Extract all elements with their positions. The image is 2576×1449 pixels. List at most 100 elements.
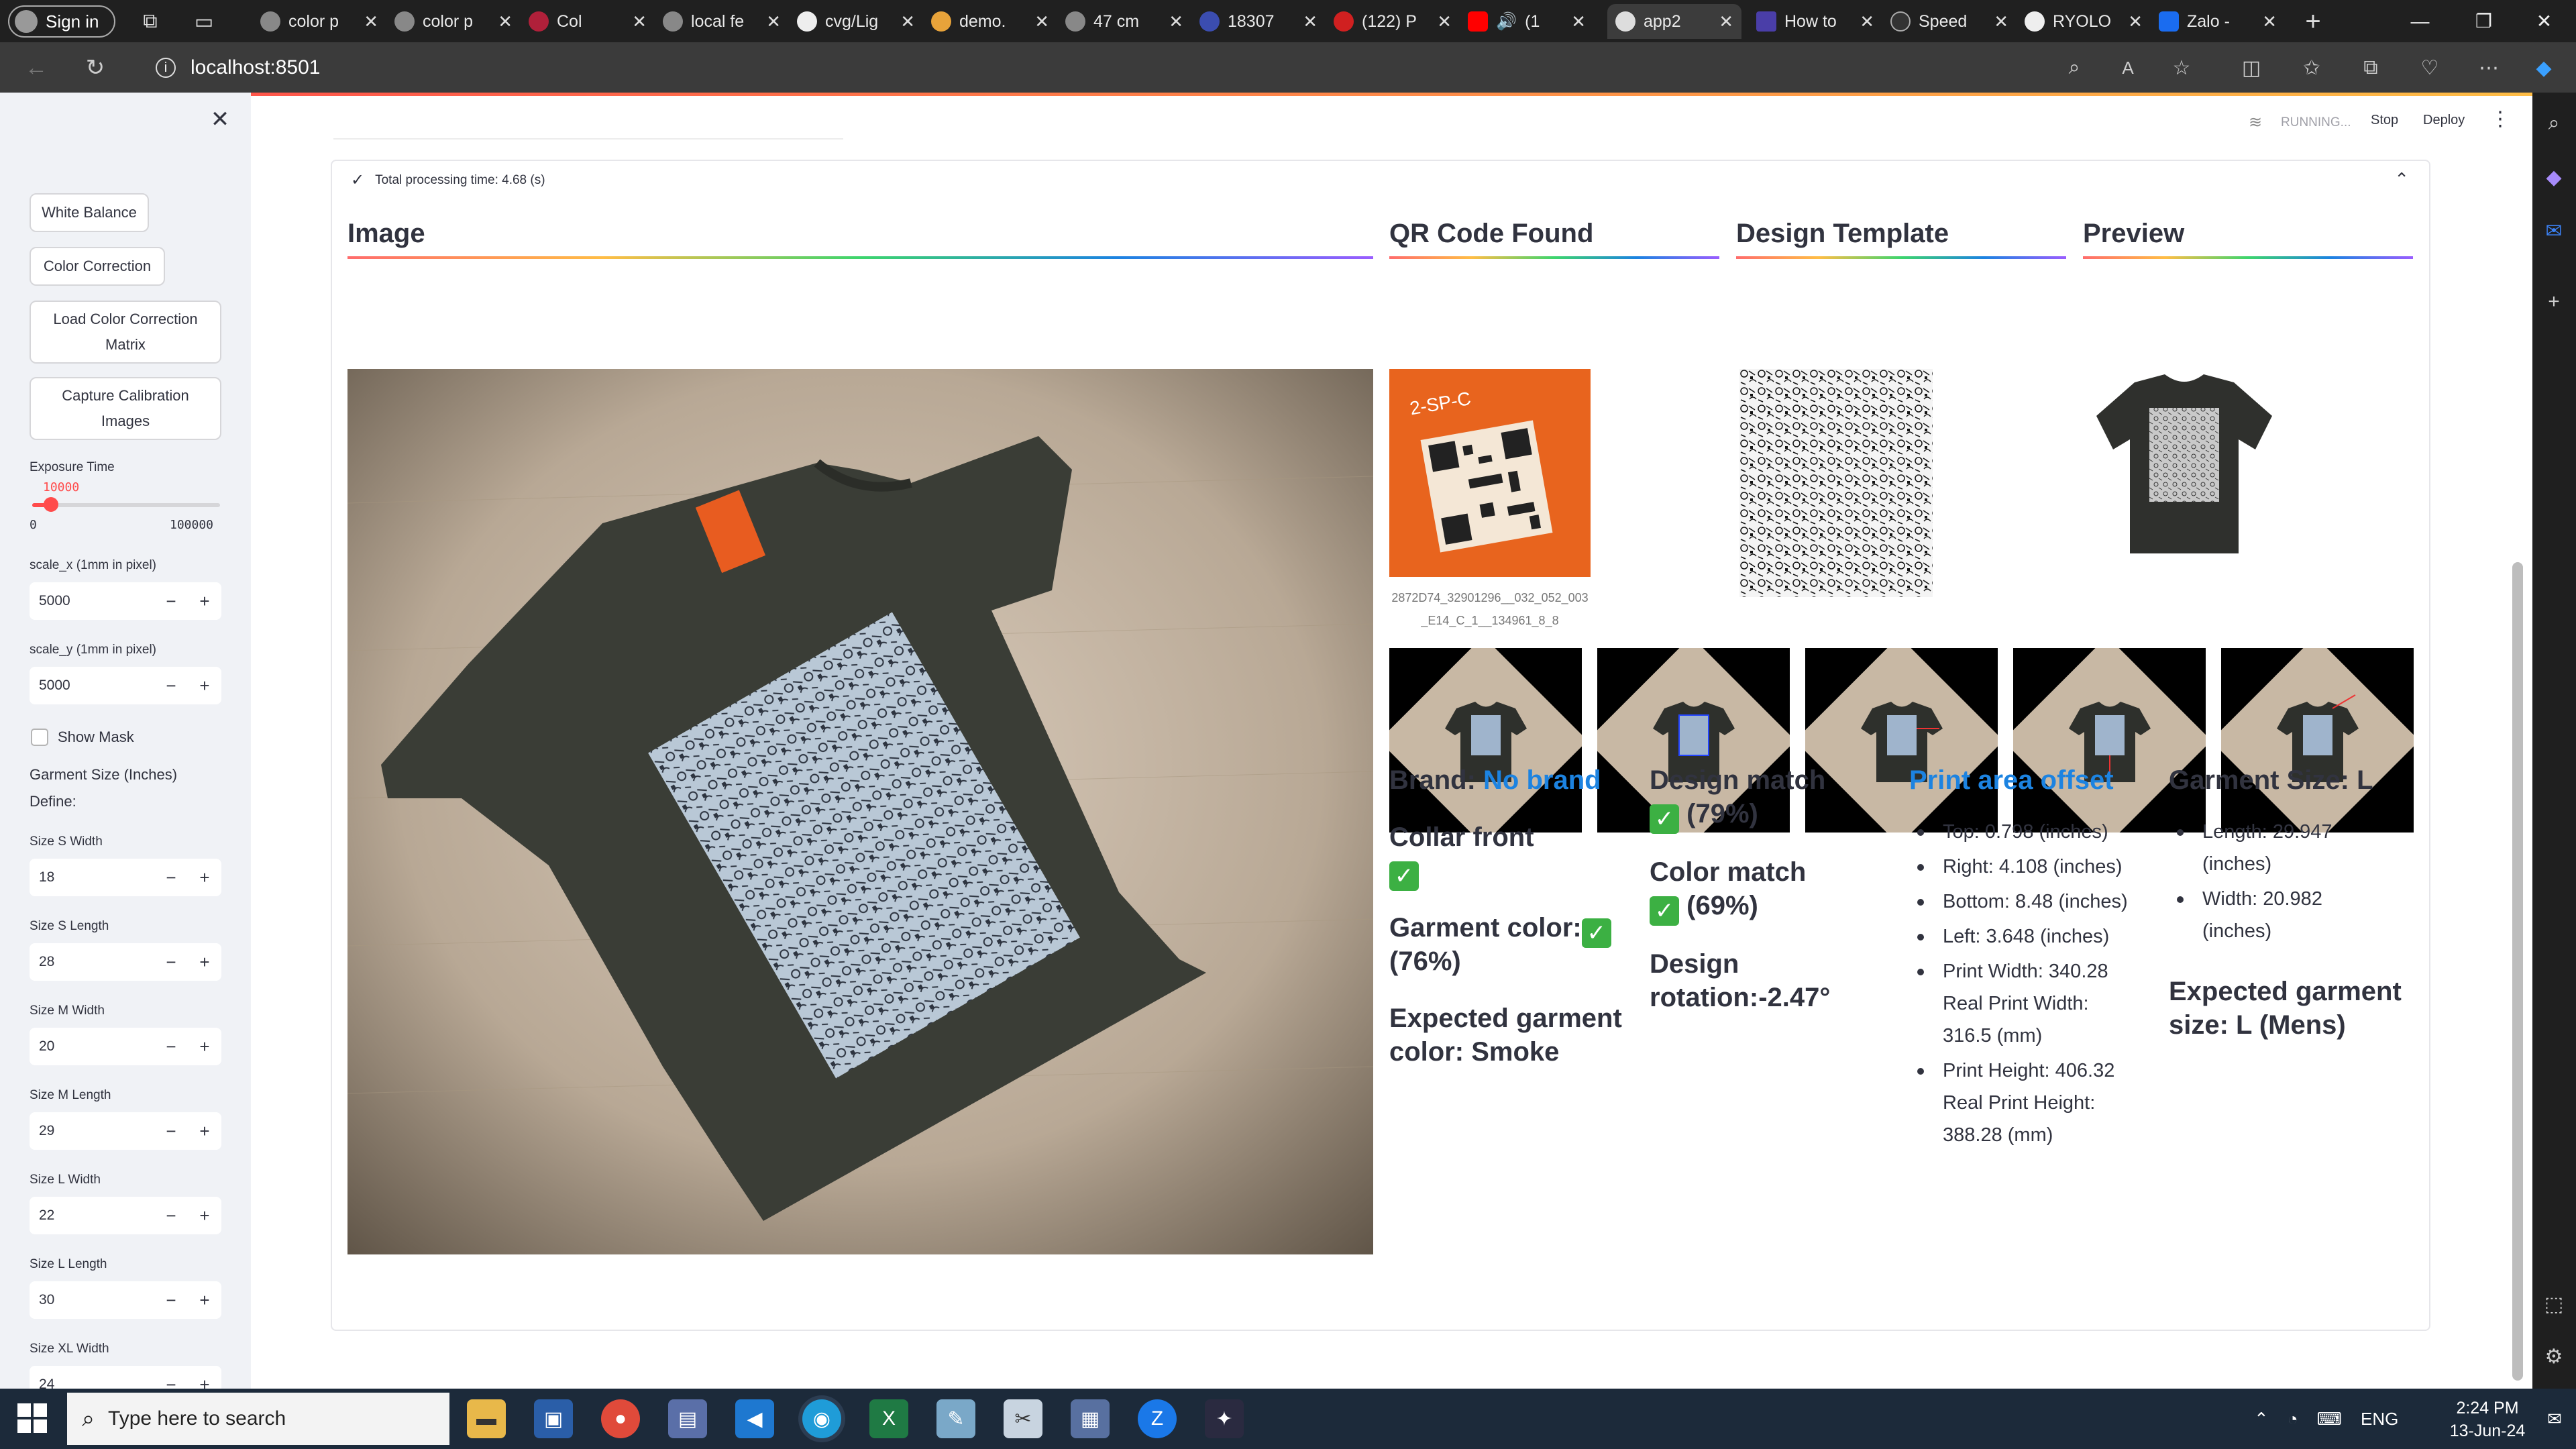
load-color-matrix-button[interactable]: Load Color Correction Matrix: [30, 301, 221, 364]
copilot-icon[interactable]: ◆: [2529, 53, 2559, 83]
increment-button[interactable]: +: [188, 676, 221, 696]
close-tab-icon[interactable]: ✕: [1994, 11, 2008, 32]
browser-tab[interactable]: 47 cm ✕: [1057, 4, 1191, 39]
close-tab-icon[interactable]: ✕: [1169, 11, 1183, 32]
browser-tab[interactable]: color p ✕: [252, 4, 386, 39]
close-window-icon[interactable]: ✕: [2512, 0, 2576, 42]
audio-playing-icon[interactable]: 🔊: [1496, 12, 1517, 32]
edge-icon[interactable]: ◉: [802, 1399, 841, 1438]
close-tab-icon[interactable]: ✕: [632, 11, 647, 32]
split-screen-icon[interactable]: ◫: [2237, 53, 2266, 83]
browser-tab[interactable]: 18307 ✕: [1191, 4, 1326, 39]
favorite-star-icon[interactable]: ☆: [2167, 53, 2196, 83]
capture-calibration-button[interactable]: Capture Calibration Images: [30, 377, 221, 440]
size-m-width-input[interactable]: 20− +: [30, 1028, 221, 1065]
decrement-button[interactable]: −: [154, 1205, 188, 1226]
increment-button[interactable]: +: [188, 1036, 221, 1057]
settings-icon[interactable]: ⚙: [2539, 1342, 2569, 1371]
browser-tab[interactable]: (122) P ✕: [1326, 4, 1460, 39]
white-balance-button[interactable]: White Balance: [30, 193, 149, 232]
scale-y-input[interactable]: 5000− +: [30, 667, 221, 704]
zalo-icon[interactable]: Z: [1138, 1399, 1177, 1438]
close-tab-icon[interactable]: ✕: [766, 11, 781, 32]
windows-start-icon[interactable]: [17, 1403, 48, 1434]
close-tab-icon[interactable]: ✕: [1437, 11, 1452, 32]
increment-button[interactable]: +: [188, 867, 221, 888]
outlook-icon[interactable]: ✉: [2539, 216, 2569, 246]
more-menu-icon[interactable]: ⋯: [2474, 53, 2504, 83]
increment-button[interactable]: +: [188, 1290, 221, 1311]
increment-button[interactable]: +: [188, 591, 221, 612]
notifications-icon[interactable]: ✉: [2540, 1399, 2569, 1438]
size-l-width-input[interactable]: 22− +: [30, 1197, 221, 1234]
close-tab-icon[interactable]: ✕: [2262, 11, 2277, 32]
browser-tab-active[interactable]: app2 ✕: [1607, 4, 1741, 39]
keyboard-icon[interactable]: ⌨: [2317, 1409, 2343, 1430]
show-mask-checkbox[interactable]: [31, 729, 48, 746]
size-l-length-input[interactable]: 30− +: [30, 1281, 221, 1319]
minimize-icon[interactable]: —: [2388, 0, 2452, 42]
url-field[interactable]: i localhost:8501: [148, 49, 2093, 87]
input-value[interactable]: 28: [30, 954, 154, 970]
close-sidebar-icon[interactable]: ✕: [207, 106, 233, 133]
reload-icon[interactable]: ↻: [79, 52, 111, 84]
favorites-icon[interactable]: ✩: [2297, 53, 2326, 83]
browser-tab[interactable]: RYOLO ✕: [2017, 4, 2151, 39]
workspaces-icon[interactable]: ⧉: [136, 7, 165, 36]
input-value[interactable]: 22: [30, 1208, 154, 1224]
main-menu-icon[interactable]: ⋮: [2490, 107, 2510, 131]
page-scrollbar[interactable]: [2512, 562, 2523, 1381]
browser-tab[interactable]: Col ✕: [521, 4, 655, 39]
decrement-button[interactable]: −: [154, 1290, 188, 1311]
tray-expand-icon[interactable]: ⌃: [2254, 1409, 2269, 1430]
store-icon[interactable]: ▣: [534, 1399, 573, 1438]
size-s-length-input[interactable]: 28− +: [30, 943, 221, 981]
increment-button[interactable]: +: [188, 1375, 221, 1389]
zoom-icon[interactable]: ⌕: [2059, 53, 2089, 83]
snipping-tool-icon[interactable]: ✂: [1004, 1399, 1042, 1438]
excel-icon[interactable]: X: [869, 1399, 908, 1438]
close-tab-icon[interactable]: ✕: [1860, 11, 1874, 32]
browser-tab[interactable]: cvg/Lig ✕: [789, 4, 923, 39]
site-info-icon[interactable]: i: [156, 58, 176, 78]
decrement-button[interactable]: −: [154, 1121, 188, 1142]
decrement-button[interactable]: −: [154, 867, 188, 888]
input-value[interactable]: 20: [30, 1038, 154, 1055]
decrement-button[interactable]: −: [154, 1375, 188, 1389]
read-aloud-icon[interactable]: A: [2113, 53, 2143, 83]
decrement-button[interactable]: −: [154, 952, 188, 973]
color-correction-button[interactable]: Color Correction: [30, 247, 165, 286]
exposure-slider-thumb[interactable]: [44, 497, 58, 512]
notepad-icon[interactable]: ✎: [936, 1399, 975, 1438]
file-explorer-icon[interactable]: ▬: [467, 1399, 506, 1438]
close-tab-icon[interactable]: ✕: [498, 11, 513, 32]
browser-tab[interactable]: How to ✕: [1748, 4, 1882, 39]
size-xl-width-input[interactable]: 24− +: [30, 1366, 221, 1389]
chevron-up-icon[interactable]: ⌃: [2394, 169, 2409, 190]
chrome-icon[interactable]: ●: [601, 1399, 640, 1438]
size-m-length-input[interactable]: 29− +: [30, 1112, 221, 1150]
input-value[interactable]: 5000: [30, 678, 154, 694]
exposure-slider-track[interactable]: [32, 503, 220, 507]
increment-button[interactable]: +: [188, 1121, 221, 1142]
restore-icon[interactable]: ❐: [2452, 0, 2516, 42]
wifi-icon[interactable]: ◔: [2288, 1409, 2298, 1430]
profile-signin-button[interactable]: Sign in: [8, 5, 115, 38]
status-header[interactable]: ✓ Total processing time: 4.68 (s): [351, 170, 545, 190]
new-tab-icon[interactable]: +: [2298, 7, 2328, 36]
browser-tab[interactable]: demo. ✕: [923, 4, 1057, 39]
increment-button[interactable]: +: [188, 1205, 221, 1226]
size-s-width-input[interactable]: 18− +: [30, 859, 221, 896]
close-tab-icon[interactable]: ✕: [1571, 11, 1586, 32]
browser-tab[interactable]: 🔊 (1 ✕: [1460, 4, 1594, 39]
screenshot-icon[interactable]: ⬚: [2539, 1289, 2569, 1319]
taskbar-search-input[interactable]: ⌕ Type here to search: [67, 1393, 449, 1445]
back-icon[interactable]: ←: [20, 52, 52, 84]
vscode-icon[interactable]: ◀: [735, 1399, 774, 1438]
search-icon[interactable]: ⌕: [2539, 109, 2569, 138]
taskbar-clock[interactable]: 2:24 PM 13-Jun-24: [2440, 1397, 2534, 1442]
close-tab-icon[interactable]: ✕: [1719, 11, 1733, 32]
close-tab-icon[interactable]: ✕: [900, 11, 915, 32]
browser-tab[interactable]: Speed ✕: [1882, 4, 2017, 39]
input-value[interactable]: 30: [30, 1292, 154, 1308]
